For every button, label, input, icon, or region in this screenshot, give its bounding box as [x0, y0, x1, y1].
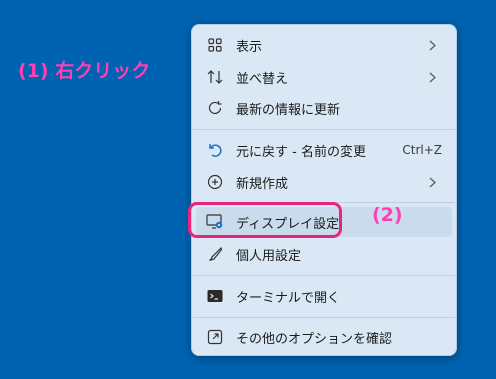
menu-separator	[193, 129, 455, 130]
chevron-right-icon	[426, 40, 438, 51]
menu-item-label: 新規作成	[236, 176, 289, 192]
menu-item-more-options[interactable]: その他のオプションを確認	[196, 322, 452, 352]
menu-item-refresh[interactable]: 最新の情報に更新	[196, 93, 452, 123]
menu-separator	[193, 275, 455, 276]
menu-item-view[interactable]: 表示	[196, 30, 452, 60]
chevron-right-icon	[426, 177, 438, 188]
menu-item-undo[interactable]: 元に戻す - 名前の変更 Ctrl+Z	[196, 135, 452, 165]
refresh-icon	[206, 99, 224, 117]
menu-item-new[interactable]: 新規作成	[196, 167, 452, 197]
new-icon	[206, 173, 224, 191]
menu-item-label: 並べ替え	[236, 71, 289, 87]
annotation-step1: (1) 右クリック	[18, 60, 151, 82]
menu-item-terminal[interactable]: ターミナルで開く	[196, 281, 452, 311]
menu-item-sort[interactable]: 並べ替え	[196, 62, 452, 92]
highlight-ring	[188, 202, 342, 238]
annotation-step2: (2)	[372, 204, 403, 226]
menu-item-label: 元に戻す - 名前の変更	[236, 144, 366, 160]
menu-separator	[193, 317, 455, 318]
shortcut-label: Ctrl+Z	[402, 143, 442, 157]
grid-icon	[206, 36, 224, 54]
menu-item-label: ターミナルで開く	[236, 290, 341, 306]
menu-item-label: 表示	[236, 39, 263, 55]
brush-icon	[206, 245, 224, 263]
terminal-icon	[206, 287, 224, 305]
undo-icon	[206, 141, 224, 159]
context-menu: 表示 並べ替え 最新の情報に更新 元に戻す - 名前の変更 Ctrl+Z 新規作…	[191, 24, 457, 356]
menu-item-label: 最新の情報に更新	[236, 102, 341, 118]
chevron-right-icon	[426, 72, 438, 83]
menu-item-label: 個人用設定	[236, 248, 302, 264]
sort-icon	[206, 68, 224, 86]
menu-item-personalize[interactable]: 個人用設定	[196, 239, 452, 269]
more-options-icon	[206, 328, 224, 346]
menu-item-label: その他のオプションを確認	[236, 331, 393, 347]
